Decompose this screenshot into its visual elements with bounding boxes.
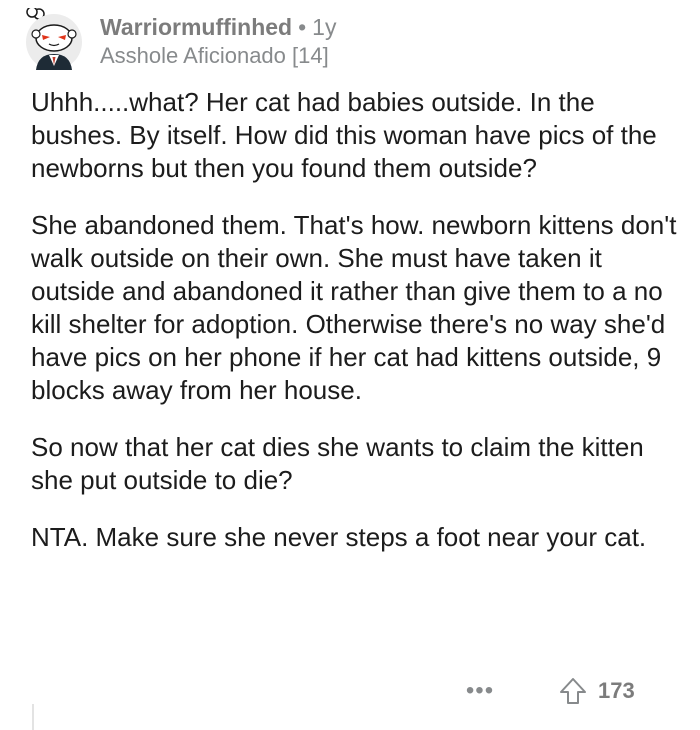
thread-line[interactable]	[32, 704, 34, 730]
comment-body: Uhhh.....what? Her cat had babies outsid…	[31, 86, 681, 578]
comment-meta: Warriormuffinhed • 1y Asshole Aficionado […	[100, 8, 336, 70]
comment-age: 1y	[312, 14, 337, 40]
more-options-button[interactable]: •••	[462, 676, 498, 706]
username-link[interactable]: Warriormuffinhed	[100, 14, 292, 40]
comment-paragraph: Uhhh.....what? Her cat had babies outsid…	[31, 87, 657, 183]
upvote-arrow-icon[interactable]	[558, 676, 588, 706]
comment-card: Warriormuffinhed • 1y Asshole Aficionado […	[0, 0, 700, 730]
upvote-button[interactable]: 173	[558, 674, 635, 708]
user-flair: Asshole Aficionado [14]	[100, 43, 329, 68]
meta-separator: •	[298, 14, 307, 40]
comment-paragraph: She abandoned them. That's how. newborn …	[31, 210, 677, 405]
comment-actions: ••• 173	[0, 672, 700, 712]
comment-header: Warriormuffinhed • 1y Asshole Aficionado […	[22, 6, 336, 72]
snoo-avatar-icon[interactable]	[22, 6, 84, 72]
meta-line: Warriormuffinhed • 1y	[100, 12, 336, 42]
vote-score: 173	[598, 678, 635, 703]
comment-paragraph: NTA. Make sure she never steps a foot ne…	[31, 522, 647, 552]
comment-paragraph: So now that her cat dies she wants to cl…	[31, 432, 644, 495]
